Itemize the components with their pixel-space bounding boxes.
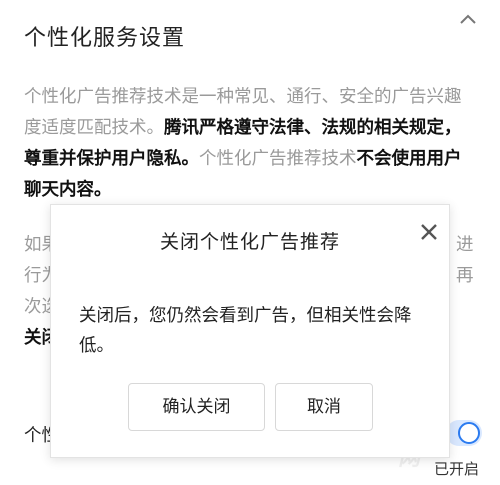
page-title: 个性化服务设置 [24, 26, 186, 51]
close-icon[interactable] [418, 221, 440, 243]
toggle-status: 已开启 [434, 460, 480, 478]
settings-page: 个性化服务设置 个性化广告推荐技术是一种常见、通行、安全的广告兴趣度适度匹配技术… [0, 0, 500, 485]
confirm-close-button[interactable]: 确认关闭 [128, 383, 265, 431]
dialog-title: 关闭个性化广告推荐 [159, 231, 340, 253]
desc-part3: 个性化广告推荐技术 [199, 149, 357, 169]
close-ad-dialog: 关闭个性化广告推荐 关闭后，您仍然会看到广告，但相关性会降低。 确认关闭 取消 [50, 204, 450, 458]
behind-line2-end: 再 [456, 266, 474, 286]
behind-line1-end: 进 [456, 235, 474, 255]
chevron-up-icon[interactable] [458, 12, 478, 26]
ad-description: 个性化广告推荐技术是一种常见、通行、安全的广告兴趣度适度匹配技术。腾讯严格遵守法… [24, 82, 476, 206]
personalization-toggle[interactable] [446, 420, 482, 446]
cancel-button[interactable]: 取消 [275, 383, 373, 431]
dialog-message: 关闭后，您仍然会看到广告，但相关性会降低。 [79, 306, 412, 356]
toggle-knob [458, 422, 480, 444]
